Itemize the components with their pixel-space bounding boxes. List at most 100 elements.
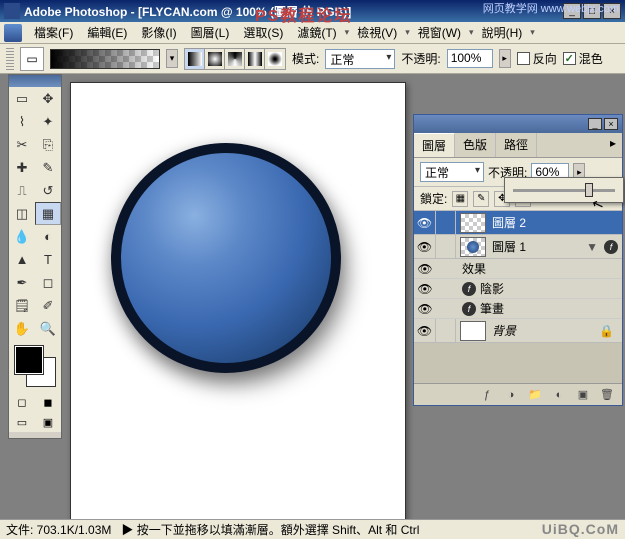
menu-image[interactable]: 影像(I) <box>135 22 182 43</box>
opacity-spin-icon[interactable]: ▸ <box>499 49 511 68</box>
panel-close-icon[interactable]: × <box>604 118 618 130</box>
link-cell[interactable] <box>436 235 456 258</box>
fx-badge-icon: f <box>604 240 618 254</box>
gradient-tool[interactable]: ▦ <box>35 202 61 225</box>
opacity-slider-popup: ↖ <box>504 177 624 203</box>
overlay-text: PS教程论坛 <box>255 2 352 26</box>
fx-drop-shadow[interactable]: 👁 f 陰影 <box>414 279 622 299</box>
menu-help[interactable]: 說明(H) <box>476 22 529 43</box>
layer-blend-select[interactable]: 正常 <box>420 162 484 182</box>
eyedropper-tool[interactable]: ✐ <box>35 294 61 317</box>
toolbox-header[interactable] <box>9 75 61 87</box>
menu-layer[interactable]: 圖層(L) <box>185 22 236 43</box>
eraser-tool[interactable]: ◫ <box>9 202 35 225</box>
new-layer-icon[interactable]: ▣ <box>574 387 592 403</box>
dither-checkbox[interactable]: 混色 <box>563 50 603 67</box>
screen-full-icon[interactable]: ▣ <box>35 412 61 432</box>
menu-edit[interactable]: 編輯(E) <box>81 22 133 43</box>
lasso-tool[interactable]: ⌇ <box>9 110 35 133</box>
tab-layers[interactable]: 圖層 <box>414 133 455 157</box>
gradient-radial-button[interactable] <box>205 49 225 69</box>
slice-tool[interactable]: ⎘ <box>35 133 61 156</box>
tool-preset-picker[interactable]: ▭ <box>20 47 44 71</box>
notes-tool[interactable]: 🗒 <box>9 294 35 317</box>
layer-name[interactable]: 圖層 1 <box>490 238 586 255</box>
layer-name[interactable]: 圖層 2 <box>490 214 622 231</box>
visibility-icon[interactable]: 👁 <box>414 211 436 234</box>
layer-set-icon[interactable]: 📁 <box>526 387 544 403</box>
opacity-label: 不透明: <box>401 50 440 67</box>
link-cell[interactable] <box>436 211 456 234</box>
tab-channels[interactable]: 色版 <box>455 133 496 157</box>
heal-tool[interactable]: ✚ <box>9 156 35 179</box>
watermark-bottom: UiBQ.CoM <box>542 521 619 537</box>
blur-tool[interactable]: 💧 <box>9 225 35 248</box>
layer-name[interactable]: 背景 <box>490 322 599 339</box>
visibility-icon[interactable]: 👁 <box>414 282 436 296</box>
blend-mode-select[interactable]: 正常 <box>325 49 395 69</box>
foreground-color[interactable] <box>15 346 43 374</box>
slider-track[interactable] <box>513 189 615 192</box>
layer-style-icon[interactable]: ƒ <box>478 387 496 403</box>
layer-mask-icon[interactable]: ◑ <box>502 387 520 403</box>
lock-transparency-icon[interactable]: ▦ <box>452 191 468 207</box>
dodge-tool[interactable]: ◐ <box>35 225 61 248</box>
opacity-field[interactable]: 100% <box>447 49 493 68</box>
layer-thumb[interactable] <box>460 321 486 341</box>
visibility-icon[interactable]: 👁 <box>414 319 436 342</box>
screen-standard-icon[interactable]: ▭ <box>9 412 35 432</box>
tab-paths[interactable]: 路徑 <box>496 133 537 157</box>
crop-tool[interactable]: ✂ <box>9 133 35 156</box>
pen-tool[interactable]: ✒ <box>9 271 35 294</box>
zoom-tool[interactable]: 🔍 <box>35 317 61 340</box>
gradient-dropdown-icon[interactable]: ▾ <box>166 49 178 68</box>
ps-menu-icon[interactable] <box>4 24 22 42</box>
slider-thumb[interactable] <box>585 183 593 197</box>
layer-thumb[interactable] <box>460 213 486 233</box>
layer-thumb[interactable] <box>460 237 486 257</box>
panel-titlebar[interactable]: _ × <box>414 115 622 133</box>
quickmask-off-icon[interactable]: ◻ <box>9 392 35 412</box>
wand-tool[interactable]: ✦ <box>35 110 61 133</box>
visibility-icon[interactable]: 👁 <box>414 302 436 316</box>
hand-tool[interactable]: ✋ <box>9 317 35 340</box>
fx-stroke[interactable]: 👁 f 筆畫 <box>414 299 622 319</box>
path-select-tool[interactable]: ▲ <box>9 248 35 271</box>
reverse-checkbox[interactable]: 反向 <box>517 50 557 67</box>
gradient-reflected-button[interactable] <box>245 49 265 69</box>
gradient-diamond-button[interactable] <box>265 49 285 69</box>
layer-row[interactable]: 👁 圖層 1 ▼ f <box>414 235 622 259</box>
lock-label: 鎖定: <box>420 190 447 207</box>
delete-layer-icon[interactable]: 🗑 <box>598 387 616 403</box>
quickmask-on-icon[interactable]: ◼ <box>35 392 61 412</box>
panel-menu-icon[interactable]: ▸ <box>604 133 622 157</box>
stamp-tool[interactable]: ⎍ <box>9 179 35 202</box>
lock-pixels-icon[interactable]: ✎ <box>473 191 489 207</box>
menu-file[interactable]: 檔案(F) <box>28 22 79 43</box>
gradient-angle-button[interactable] <box>225 49 245 69</box>
gradient-linear-button[interactable] <box>185 49 205 69</box>
gradient-picker[interactable] <box>50 49 160 69</box>
panel-minimize-icon[interactable]: _ <box>588 118 602 130</box>
link-cell[interactable] <box>436 319 456 342</box>
adjustment-layer-icon[interactable]: ◐ <box>550 387 568 403</box>
gradient-type-group <box>184 48 286 70</box>
fx-item-icon: f <box>462 302 476 316</box>
type-tool[interactable]: T <box>35 248 61 271</box>
brush-tool[interactable]: ✎ <box>35 156 61 179</box>
history-brush-tool[interactable]: ↺ <box>35 179 61 202</box>
layer-row-background[interactable]: 👁 背景 🔒 <box>414 319 622 343</box>
menu-view1[interactable]: 檢視(V) <box>351 22 403 43</box>
document-canvas[interactable] <box>70 82 406 522</box>
visibility-icon[interactable]: 👁 <box>414 235 436 258</box>
fx-expand-icon[interactable]: ▼ <box>586 240 598 254</box>
menu-view2[interactable]: 視窗(W) <box>412 22 467 43</box>
options-grip[interactable] <box>6 48 14 70</box>
fx-heading[interactable]: 👁 效果 <box>414 259 622 279</box>
move-tool[interactable]: ✥ <box>35 87 61 110</box>
jump-to-icon[interactable] <box>9 432 61 438</box>
shape-tool[interactable]: ◻ <box>35 271 61 294</box>
marquee-tool[interactable]: ▭ <box>9 87 35 110</box>
visibility-icon[interactable]: 👁 <box>414 262 436 276</box>
layer-row[interactable]: 👁 圖層 2 <box>414 211 622 235</box>
